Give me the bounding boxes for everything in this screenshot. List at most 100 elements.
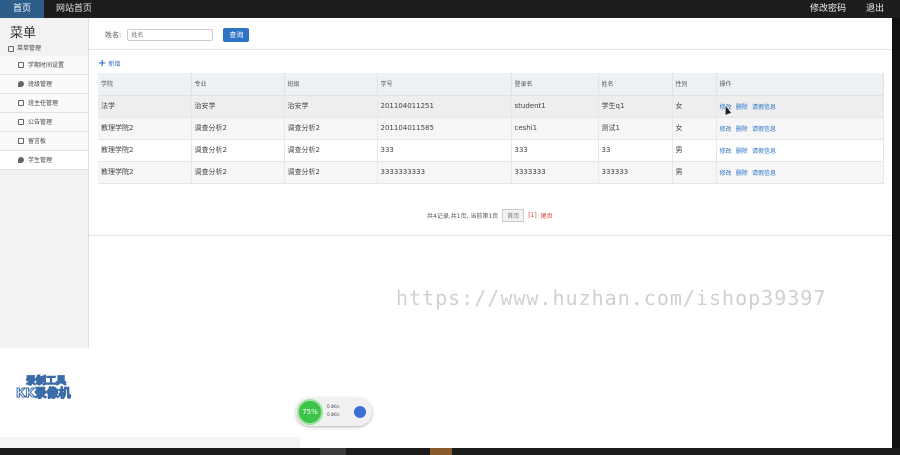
taskbar-item[interactable] [430,448,452,455]
cell: 治安学 [284,95,378,118]
cell: 调查分析2 [191,161,285,184]
cell: 女 [672,95,717,118]
recorder-line2: KK录像机 [16,386,72,401]
col-login: 登录名 [511,73,599,96]
leave-info-link[interactable]: 请假信息 [752,104,776,111]
delete-link[interactable]: 删除 [736,104,748,111]
nav-home[interactable]: 首页 [0,0,45,18]
cell: 201104011585 [377,117,512,140]
sidebar-item-term-settings[interactable]: 学期时间设置 [0,56,88,75]
pagination-summary: 共4记录,共1页, 当前第1页 [427,213,499,220]
taskbar [0,448,900,455]
cell: 33 [598,139,673,162]
actions-cell: 修改 删除 请假信息 [716,117,884,140]
leave-info-link[interactable]: 请假信息 [752,170,776,177]
cell: 201104011251 [377,95,512,118]
col-student-id: 学号 [377,73,512,96]
search-bar: 姓名: 查询 [105,28,250,42]
col-name: 姓名 [598,73,673,96]
edit-link[interactable]: 修改 [720,126,732,133]
actions-cell: 修改 删除 请假信息 [716,95,884,118]
browser-status-bar [0,437,300,448]
first-page-button[interactable]: 首页 [502,209,525,222]
search-label: 姓名: [105,31,122,39]
sidebar-group-label: 菜单管理 [17,45,42,52]
actions-cell: 修改 删除 请假信息 [716,139,884,162]
logout-link[interactable]: 退出 [866,0,884,18]
current-page[interactable]: [1] [528,212,537,219]
cell: ceshi1 [511,117,599,140]
grid-icon [8,46,14,52]
cell: 调查分析2 [284,117,378,140]
cell: 教理学院2 [98,117,192,140]
cell: 333 [511,139,599,162]
actions-cell: 修改 删除 请假信息 [716,161,884,184]
taskbar-item[interactable] [320,448,346,455]
meter-rates: 0.4K/s 0.4K/s [327,403,339,419]
sidebar: 菜单 菜单管理 学期时间设置 班级管理 班主任管理 公告管理 留言板 学生管理 [0,18,89,348]
cell: 调查分析2 [284,161,378,184]
leave-info-link[interactable]: 请假信息 [752,126,776,133]
list-icon [18,138,24,144]
watermark-text: https://www.huzhan.com/ishop39397 [396,286,827,310]
nav-site-home[interactable]: 网站首页 [44,0,104,18]
document-icon [18,62,24,68]
sidebar-group-menu[interactable]: 菜单管理 [0,42,88,56]
top-right-links: 修改密码 退出 [810,0,884,18]
sidebar-item-label: 留言板 [28,137,47,145]
cell: 教理学院2 [98,139,192,162]
delete-link[interactable]: 删除 [736,148,748,155]
grid-icon [18,119,24,125]
cell: 男 [672,161,717,184]
pagination: 共4记录,共1页, 当前第1页 首页 [1] 尾页 [427,209,553,222]
cell: 调查分析2 [191,139,285,162]
col-gender: 性别 [672,73,717,96]
delete-link[interactable]: 删除 [736,126,748,133]
upload-rate: 0.4K/s [327,404,340,409]
sidebar-item-class-management[interactable]: 班级管理 [0,75,88,94]
table-row: 教理学院2 调查分析2 调查分析2 333 333 33 男 修改 删除 请假信… [98,139,884,162]
top-nav: 首页 网站首页 [0,0,104,18]
cell: 333 [377,139,512,162]
table-row: 法学 治安学 治安学 201104011251 student1 学生q1 女 … [98,95,884,118]
add-button[interactable]: + 新增 [98,58,120,68]
col-major: 专业 [191,73,285,96]
delete-link[interactable]: 删除 [736,170,748,177]
cell: 调查分析2 [191,117,285,140]
cell: student1 [511,95,599,118]
edit-link[interactable]: 修改 [720,148,732,155]
cell: 3333333333 [377,161,512,184]
network-meter-widget[interactable]: 75% 0.4K/s 0.4K/s [296,398,372,426]
table-header-row: 学院 专业 班级 学号 登录名 姓名 性别 操作 [98,73,884,96]
list-icon [18,100,24,106]
table-row: 教理学院2 调查分析2 调查分析2 201104011585 ceshi1 测试… [98,117,884,140]
cell: 测试1 [598,117,673,140]
change-password-link[interactable]: 修改密码 [810,0,846,18]
sidebar-item-label: 学生管理 [28,156,53,164]
last-page-link[interactable]: 尾页 [541,211,553,220]
search-button[interactable]: 查询 [223,28,250,42]
col-actions: 操作 [716,73,884,96]
sidebar-item-teacher-management[interactable]: 班主任管理 [0,94,88,113]
download-rate: 0.4K/s [327,412,340,417]
edit-link[interactable]: 修改 [720,170,732,177]
top-navbar: 首页 网站首页 修改密码 退出 [0,0,900,18]
col-class: 班级 [284,73,378,96]
table-row: 教理学院2 调查分析2 调查分析2 3333333333 3333333 333… [98,161,884,184]
col-college: 学院 [98,73,192,96]
student-table: 学院 专业 班级 学号 登录名 姓名 性别 操作 法学 治安学 治安学 2011… [98,73,884,184]
cell: 调查分析2 [284,139,378,162]
sidebar-item-notice-management[interactable]: 公告管理 [0,113,88,132]
name-search-input[interactable] [127,29,214,41]
sidebar-item-student-management[interactable]: 学生管理 [0,151,88,170]
cell: 法学 [98,95,192,118]
sidebar-item-message-board[interactable]: 留言板 [0,132,88,151]
rocket-icon[interactable] [354,406,366,418]
leave-info-link[interactable]: 请假信息 [752,148,776,155]
sidebar-item-label: 班主任管理 [28,99,59,107]
comment-icon [18,157,24,163]
cell: 女 [672,117,717,140]
sidebar-item-label: 学期时间设置 [28,61,65,69]
cell: 333333 [598,161,673,184]
cell: 教理学院2 [98,161,192,184]
